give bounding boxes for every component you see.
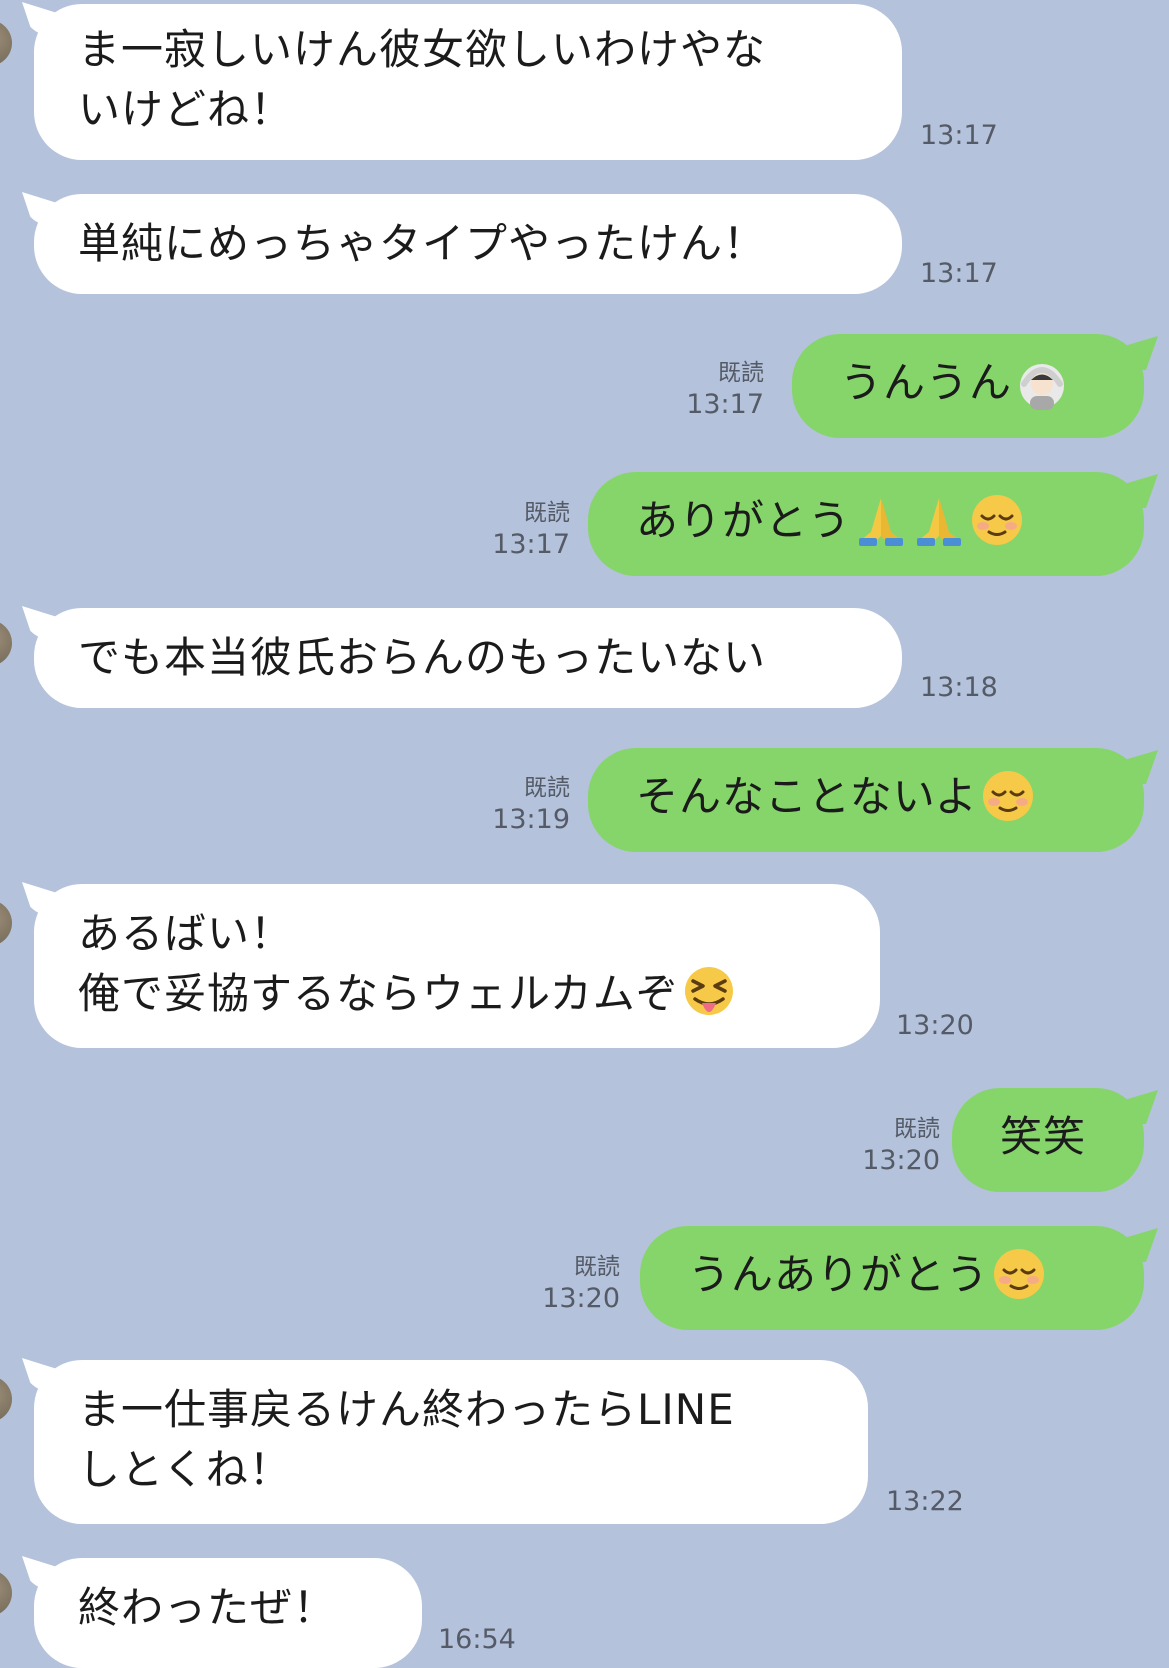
message-time: 13:18 [920,672,998,703]
outgoing-message-bubble[interactable]: 笑笑 [952,1088,1144,1192]
read-receipt: 既読 13:19 [470,773,570,837]
relieved-face-emoji [982,770,1033,821]
folded-hands-emoji [859,497,904,546]
message-text: ありがとう [636,496,852,545]
avatar[interactable] [0,20,12,66]
message-time: 13:19 [492,804,570,835]
incoming-message-bubble[interactable]: でも本当彼氏おらんのもったいない [34,608,902,708]
read-receipt: 既読 13:17 [470,498,570,562]
message-line: でも本当彼氏おらんのもったいない [78,633,767,682]
message-time: 13:22 [886,1486,964,1517]
message-time: 13:20 [862,1145,940,1176]
message-line: 単純にめっちゃタイプやったけん！ [78,219,767,268]
outgoing-message-bubble[interactable]: うんありがとう [640,1226,1144,1330]
read-label: 既読 [894,1116,940,1142]
message-line: しとくね！ [78,1445,292,1494]
message-text: 笑笑 [1000,1112,1087,1161]
read-receipt: 既読 13:20 [520,1252,620,1316]
incoming-message-bubble[interactable]: ま一仕事戻るけん終わったらLINE しとくね！ [34,1360,868,1524]
message-text: うんうん [840,358,1013,407]
message-time: 16:54 [438,1624,516,1655]
read-receipt: 既読 13:20 [840,1114,940,1178]
read-label: 既読 [718,360,764,386]
message-time: 13:20 [542,1283,620,1314]
read-label: 既読 [524,500,570,526]
message-text: そんなことないよ [636,772,978,821]
read-label: 既読 [524,775,570,801]
relieved-face-emoji [972,494,1023,545]
avatar[interactable] [0,900,12,946]
avatar[interactable] [0,1570,12,1616]
incoming-message-bubble[interactable]: ま一寂しいけん彼女欲しいわけやな いけどね！ [34,4,902,160]
outgoing-message-bubble[interactable]: そんなことないよ [588,748,1144,852]
message-line: あるばい！ [78,909,294,958]
read-label: 既読 [574,1254,620,1280]
outgoing-message-bubble[interactable]: うんうん [792,334,1144,438]
outgoing-message-bubble[interactable]: ありがとう [588,472,1144,576]
message-time: 13:17 [920,120,998,151]
read-receipt: 既読 13:17 [660,358,764,422]
person-gesturing-ok-emoji [1020,363,1065,410]
message-text: 俺で妥協するならウェルカムぞ [78,969,679,1018]
avatar[interactable] [0,1376,12,1422]
message-time: 13:20 [896,1010,974,1041]
relieved-face-emoji [994,1248,1045,1299]
incoming-message-bubble[interactable]: あるばい！ 俺で妥協するならウェルカムぞ [34,884,880,1048]
incoming-message-bubble[interactable]: 単純にめっちゃタイプやったけん！ [34,194,902,294]
message-line: ま一寂しいけん彼女欲しいわけやな [78,25,767,74]
message-time: 13:17 [920,258,998,289]
message-time: 13:17 [686,389,764,420]
avatar[interactable] [0,620,12,666]
message-line: いけどね！ [78,85,294,134]
message-text: うんありがとう [688,1250,990,1299]
message-time: 13:17 [492,529,570,560]
squinting-face-with-tongue-emoji [684,966,733,1015]
message-line: 終わったぜ！ [78,1583,337,1632]
message-line: 俺で妥協するならウェルカムぞ [78,964,836,1025]
incoming-message-bubble[interactable]: 終わったぜ！ [34,1558,422,1668]
message-line: ま一仕事戻るけん終わったらLINE [78,1385,735,1434]
chat-thread[interactable]: ま一寂しいけん彼女欲しいわけやな いけどね！ 13:17 単純にめっちゃタイプや… [0,0,1169,1668]
folded-hands-emoji [917,497,962,546]
